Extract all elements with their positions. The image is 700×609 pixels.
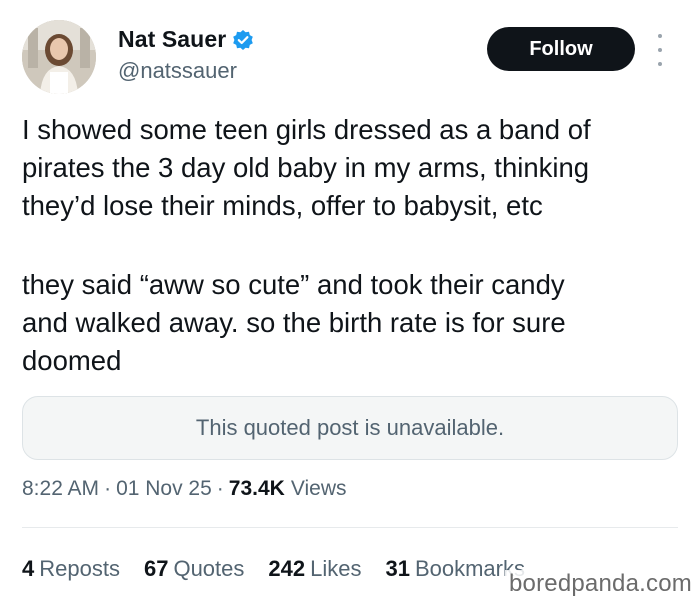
likes-stat[interactable]: 242 Likes [268, 556, 361, 582]
separator-dot: · [104, 477, 112, 500]
post-line: they’d lose their minds, offer to babysi… [22, 190, 543, 221]
views-count: 73.4K [228, 477, 285, 500]
post-line: pirates the 3 day old baby in my arms, t… [22, 152, 590, 183]
post-line: and walked away. so the birth rate is fo… [22, 307, 566, 338]
post-line: I showed some teen girls dressed as a ba… [22, 114, 591, 145]
quoted-post-text: This quoted post is unavailable. [195, 415, 505, 440]
quoted-post-unavailable: This quoted post is unavailable. [22, 396, 678, 460]
quotes-count: 67 [143, 556, 169, 581]
menu-dot [658, 34, 662, 38]
avatar[interactable] [22, 20, 96, 94]
avatar-image [22, 20, 96, 94]
menu-dot [658, 48, 662, 52]
post-time[interactable]: 8:22 AM [22, 477, 99, 501]
tweet-card: Nat Sauer @natssauer Follow I showed som… [0, 0, 700, 609]
bookmarks-count: 31 [385, 556, 410, 581]
watermark: boredpanda.com [505, 570, 698, 600]
post-line: they said “aww so cute” and took their c… [22, 269, 565, 300]
author-name[interactable]: Nat Sauer [118, 26, 226, 53]
likes-count: 242 [268, 556, 306, 581]
quotes-label: Quotes [173, 556, 245, 581]
reposts-count: 4 [22, 556, 35, 581]
post-paragraph-1: I showed some teen girls dressed as a ba… [22, 111, 682, 225]
menu-dot [658, 62, 662, 66]
reposts-stat[interactable]: 4 Reposts [22, 556, 120, 582]
author-name-row: Nat Sauer [118, 26, 254, 53]
views-label: Views [290, 477, 347, 500]
follow-button[interactable]: Follow [487, 27, 635, 71]
post-meta: 8:22 AM · 01 Nov 25 · 73.4K Views [22, 477, 346, 501]
separator-dot: · [216, 477, 224, 500]
divider [22, 527, 678, 528]
more-vertical-icon[interactable] [652, 34, 668, 66]
post-line: doomed [22, 345, 122, 376]
quotes-stat[interactable]: 67 Quotes [144, 556, 244, 582]
engagement-stats: 4 Reposts 67 Quotes 242 Likes 31 Bookmarks [22, 556, 549, 582]
author-handle[interactable]: @natssauer [118, 58, 237, 84]
likes-label: Likes [310, 556, 362, 581]
post-date[interactable]: 01 Nov 25 [116, 477, 212, 501]
post-paragraph-2: they said “aww so cute” and took their c… [22, 266, 682, 380]
verified-badge-icon [232, 29, 254, 51]
reposts-label: Reposts [39, 556, 120, 581]
